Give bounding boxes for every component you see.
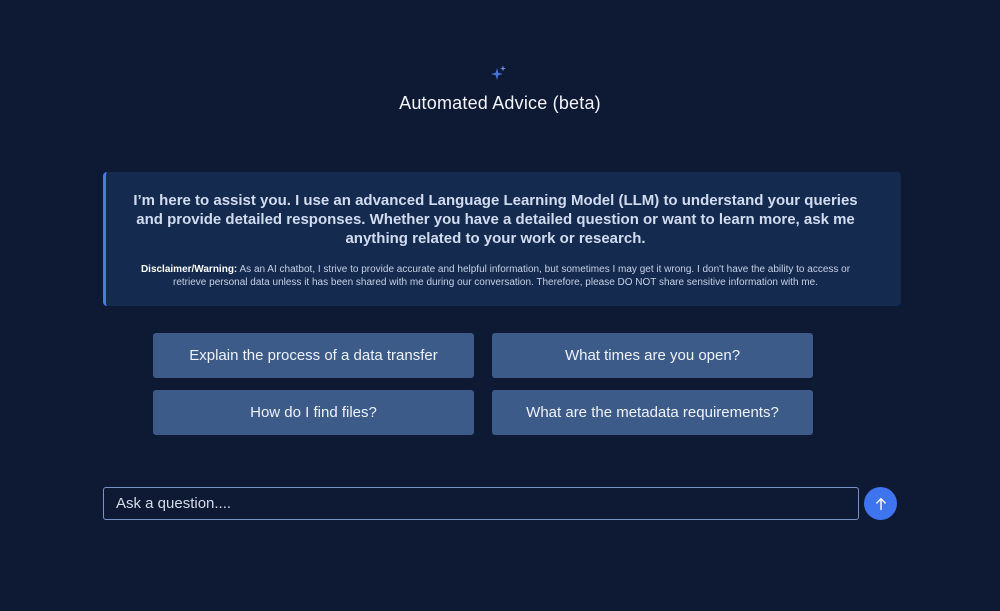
intro-text: I’m here to assist you. I use an advance… <box>133 192 858 247</box>
chat-input-row <box>103 487 898 520</box>
disclaimer: Disclaimer/Warning: As an AI chatbot, I … <box>130 263 861 289</box>
arrow-up-icon <box>874 497 888 511</box>
suggestion-button-metadata[interactable]: What are the metadata requirements? <box>492 390 813 435</box>
send-button[interactable] <box>864 487 897 520</box>
chat-page: Automated Advice (beta) I’m here to assi… <box>0 0 1000 611</box>
disclaimer-label: Disclaimer/Warning: <box>140 264 238 275</box>
intro-panel: I’m here to assist you. I use an advance… <box>103 172 901 306</box>
suggestion-button-find-files[interactable]: How do I find files? <box>153 390 474 435</box>
sparkle-icon <box>488 64 508 84</box>
suggestion-button-open-times[interactable]: What times are you open? <box>492 333 813 378</box>
page-title: Automated Advice (beta) <box>399 93 601 113</box>
disclaimer-text: As an AI chatbot, I strive to provide ac… <box>173 264 851 288</box>
suggestion-button-data-transfer[interactable]: Explain the process of a data transfer <box>153 333 474 378</box>
question-input[interactable] <box>103 487 859 520</box>
header: Automated Advice (beta) <box>0 64 1000 114</box>
suggestion-grid: Explain the process of a data transfer W… <box>153 333 813 435</box>
